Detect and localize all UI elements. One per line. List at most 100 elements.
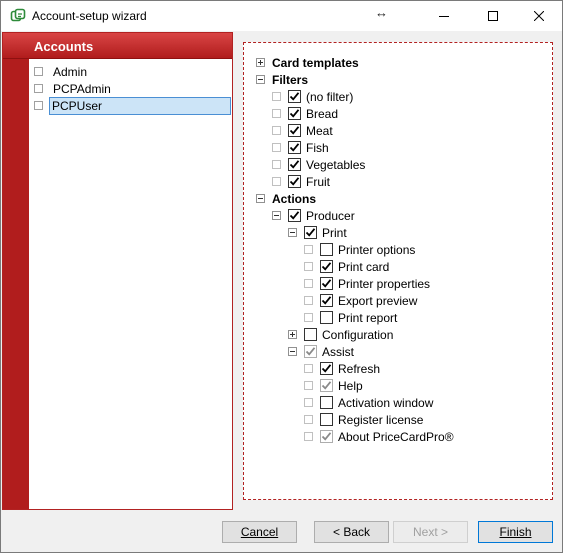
accounts-side-stripe <box>3 59 29 509</box>
tree-node-checkbox[interactable] <box>320 260 333 273</box>
account-expander-icon[interactable] <box>34 67 43 76</box>
collapse-icon[interactable] <box>256 75 265 84</box>
tree-node-label: Refresh <box>338 361 381 376</box>
tree-node[interactable]: Bread <box>272 105 338 122</box>
tree-node[interactable]: Register license <box>304 411 423 428</box>
tree-node-checkbox[interactable] <box>288 158 301 171</box>
tree-node[interactable]: Print card <box>304 258 389 275</box>
account-item[interactable]: PCPAdmin <box>34 80 113 97</box>
collapse-icon[interactable] <box>272 211 281 220</box>
tree-node[interactable]: Filters <box>256 71 308 88</box>
tree-node-checkbox[interactable] <box>320 294 333 307</box>
tree-node-label: Export preview <box>338 293 418 308</box>
title-bar: Account-setup wizard ↔ <box>1 1 562 31</box>
tree-node[interactable]: Vegetables <box>272 156 365 173</box>
tree-node-checkbox[interactable] <box>320 311 333 324</box>
tree-node-label: Printer properties <box>338 276 431 291</box>
tree-node-checkbox[interactable] <box>320 379 333 392</box>
account-item[interactable]: PCPUser <box>34 96 231 115</box>
tree-node-label: Card templates <box>272 55 359 70</box>
leaf-node-icon <box>272 143 281 152</box>
accounts-panel: Accounts Admin PCPAdmin PCPUser <box>2 32 233 510</box>
close-button[interactable] <box>516 1 562 31</box>
tree-node[interactable]: Configuration <box>288 326 393 343</box>
leaf-node-icon <box>272 177 281 186</box>
tree-node[interactable]: Printer properties <box>304 275 430 292</box>
tree-node-checkbox[interactable] <box>288 107 301 120</box>
leaf-node-icon <box>272 92 281 101</box>
tree-node-label: Fruit <box>306 174 330 189</box>
cancel-button[interactable]: Cancel <box>222 521 297 543</box>
permissions-tree: Card templates Filters (no filter) Bread Mea… <box>243 42 553 500</box>
tree-node-checkbox[interactable] <box>288 90 301 103</box>
tree-node[interactable]: Producer <box>272 207 355 224</box>
minimize-button[interactable] <box>421 1 467 31</box>
tree-node[interactable]: Activation window <box>304 394 433 411</box>
cancel-button-label: Cancel <box>240 525 279 539</box>
app-icon <box>10 8 26 24</box>
tree-node[interactable]: Print report <box>304 309 397 326</box>
tree-node-checkbox[interactable] <box>288 175 301 188</box>
tree-node-label: Fish <box>306 140 329 155</box>
back-button[interactable]: < Back <box>314 521 389 543</box>
tree-node[interactable]: (no filter) <box>272 88 353 105</box>
maximize-button[interactable] <box>470 1 516 31</box>
tree-node-label: Activation window <box>338 395 434 410</box>
accounts-header-label: Accounts <box>34 39 94 54</box>
collapse-icon[interactable] <box>288 347 297 356</box>
leaf-node-icon <box>304 381 313 390</box>
tree-node-label: Actions <box>272 191 317 206</box>
tree-node-label: (no filter) <box>306 89 354 104</box>
tree-node-checkbox[interactable] <box>288 141 301 154</box>
leaf-node-icon <box>304 279 313 288</box>
tree-node[interactable]: Meat <box>272 122 333 139</box>
account-expander-icon[interactable] <box>34 84 43 93</box>
finish-button-label: Finish <box>499 525 532 539</box>
account-item[interactable]: Admin <box>34 63 89 80</box>
leaf-node-icon <box>272 160 281 169</box>
finish-button[interactable]: Finish <box>478 521 553 543</box>
tree-node-checkbox[interactable] <box>320 277 333 290</box>
move-cursor-icon: ↔ <box>375 5 388 20</box>
tree-node-label: About PriceCardPro® <box>338 429 454 444</box>
leaf-node-icon <box>304 432 313 441</box>
leaf-node-icon <box>304 245 313 254</box>
tree-node-checkbox[interactable] <box>320 396 333 409</box>
tree-node-checkbox[interactable] <box>320 413 333 426</box>
tree-node-label: Vegetables <box>306 157 366 172</box>
tree-node[interactable]: Assist <box>288 343 354 360</box>
tree-node[interactable]: Card templates <box>256 54 359 71</box>
tree-node-checkbox[interactable] <box>288 209 301 222</box>
tree-node-checkbox[interactable] <box>304 226 317 239</box>
tree-node-label: Filters <box>272 72 309 87</box>
collapse-icon[interactable] <box>288 228 297 237</box>
tree-node[interactable]: Export preview <box>304 292 417 309</box>
leaf-node-icon <box>304 262 313 271</box>
tree-node-label: Bread <box>306 106 339 121</box>
tree-node[interactable]: Print <box>288 224 347 241</box>
tree-node-checkbox[interactable] <box>304 328 317 341</box>
account-expander-icon[interactable] <box>34 101 43 110</box>
next-button[interactable]: Next > <box>393 521 468 543</box>
tree-node-checkbox[interactable] <box>320 243 333 256</box>
tree-node[interactable]: Actions <box>256 190 316 207</box>
tree-node[interactable]: Help <box>304 377 363 394</box>
leaf-node-icon <box>272 109 281 118</box>
tree-node-label: Print card <box>338 259 390 274</box>
tree-node-checkbox[interactable] <box>288 124 301 137</box>
tree-node-checkbox[interactable] <box>320 430 333 443</box>
tree-node[interactable]: Printer options <box>304 241 415 258</box>
tree-node[interactable]: Fruit <box>272 173 330 190</box>
collapse-icon[interactable] <box>256 194 265 203</box>
tree-node[interactable]: Fish <box>272 139 329 156</box>
tree-node[interactable]: About PriceCardPro® <box>304 428 454 445</box>
expand-icon[interactable] <box>256 58 265 67</box>
expand-icon[interactable] <box>288 330 297 339</box>
window-title: Account-setup wizard <box>32 9 147 23</box>
tree-node-checkbox[interactable] <box>320 362 333 375</box>
account-item-label: Admin <box>53 64 88 79</box>
tree-node-checkbox[interactable] <box>304 345 317 358</box>
tree-node[interactable]: Refresh <box>304 360 380 377</box>
leaf-node-icon <box>304 296 313 305</box>
tree-node-label: Print report <box>338 310 398 325</box>
